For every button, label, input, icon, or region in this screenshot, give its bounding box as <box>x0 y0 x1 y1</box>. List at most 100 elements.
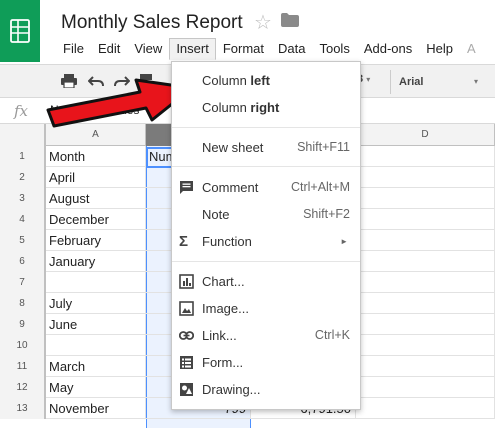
column-left-emphasis: left <box>250 73 270 88</box>
insert-note[interactable]: Note Shift+F2 <box>172 201 360 228</box>
cell-d[interactable] <box>356 188 495 209</box>
select-all-corner[interactable] <box>0 124 46 146</box>
star-icon[interactable]: ☆ <box>254 10 272 35</box>
insert-comment[interactable]: Comment Ctrl+Alt+M <box>172 174 360 201</box>
font-family-dropdown[interactable]: Arial ▾ <box>390 70 486 94</box>
row-header[interactable]: 13 <box>0 398 46 419</box>
row-header[interactable]: 4 <box>0 209 46 230</box>
insert-column-right[interactable]: Column right <box>172 94 360 121</box>
row-header[interactable]: 10 <box>0 335 46 356</box>
menu-format[interactable]: Format <box>216 38 271 60</box>
chevron-down-icon: ▾ <box>473 77 478 86</box>
menu-add-ons[interactable]: Add-ons <box>357 38 419 60</box>
menu-insert[interactable]: Insert <box>169 38 216 60</box>
cell-d[interactable] <box>356 398 495 419</box>
folder-icon[interactable] <box>281 13 299 30</box>
row-header[interactable]: 11 <box>0 356 46 377</box>
title-bar: Monthly Sales Report ☆ File Edit View In… <box>0 0 495 64</box>
submenu-arrow-icon: ► <box>340 237 348 246</box>
form-icon <box>180 356 193 369</box>
insert-new-sheet[interactable]: New sheet Shift+F11 <box>172 134 360 161</box>
note-label: Note <box>202 207 230 222</box>
insert-column-left[interactable]: Column left <box>172 67 360 94</box>
cell-d[interactable] <box>356 314 495 335</box>
menu-data[interactable]: Data <box>271 38 312 60</box>
cell-d[interactable] <box>356 209 495 230</box>
insert-form[interactable]: Form... <box>172 349 360 376</box>
link-shortcut: Ctrl+K <box>314 328 350 342</box>
font-family-value: Arial <box>399 76 424 88</box>
cell-a[interactable]: March <box>46 356 146 377</box>
insert-chart[interactable]: Chart... <box>172 268 360 295</box>
row-header[interactable]: 1 <box>0 146 46 167</box>
row-header[interactable]: 5 <box>0 230 46 251</box>
note-shortcut: Shift+F2 <box>303 207 350 221</box>
column-left-prefix: Column <box>202 73 251 88</box>
fx-icon: fx <box>14 102 29 120</box>
cell-a[interactable] <box>46 272 146 293</box>
cell-d[interactable] <box>356 167 495 188</box>
drawing-icon <box>180 383 193 396</box>
link-label: Link... <box>202 328 237 343</box>
drawing-label: Drawing... <box>202 382 261 397</box>
row-header[interactable]: 3 <box>0 188 46 209</box>
cell-d[interactable] <box>356 335 495 356</box>
cell-d[interactable] <box>356 230 495 251</box>
cell-a[interactable] <box>46 335 146 356</box>
column-right-prefix: Column <box>202 100 251 115</box>
cell-a[interactable]: January <box>46 251 146 272</box>
new-sheet-label: New sheet <box>202 140 264 155</box>
insert-menu: Column left Column right New sheet Shift… <box>171 61 361 410</box>
cell-d[interactable] <box>356 146 495 167</box>
insert-image[interactable]: Image... <box>172 295 360 322</box>
cell-d[interactable] <box>356 251 495 272</box>
sheets-logo-icon[interactable] <box>0 0 40 62</box>
cell-a[interactable]: November <box>46 398 146 419</box>
insert-link[interactable]: Link... Ctrl+K <box>172 322 360 349</box>
image-label: Image... <box>202 301 249 316</box>
cell-d[interactable] <box>356 377 495 398</box>
comment-shortcut: Ctrl+Alt+M <box>290 180 350 194</box>
insert-drawing[interactable]: Drawing... <box>172 376 360 403</box>
menu-divider <box>172 127 360 128</box>
new-sheet-shortcut: Shift+F11 <box>297 140 350 154</box>
menu-edit[interactable]: Edit <box>91 38 127 60</box>
cell-d[interactable] <box>356 293 495 314</box>
menu-overflow: A <box>467 41 476 56</box>
image-icon <box>179 301 194 316</box>
chevron-down-icon: ▾ <box>366 75 371 84</box>
cell-a[interactable]: February <box>46 230 146 251</box>
cell-a[interactable]: April <box>46 167 146 188</box>
row-header[interactable]: 12 <box>0 377 46 398</box>
menu-divider <box>172 166 360 167</box>
row-header[interactable]: 9 <box>0 314 46 335</box>
column-right-emphasis: right <box>250 100 280 115</box>
cell-a[interactable]: Month <box>46 146 146 167</box>
chart-icon <box>179 274 194 289</box>
function-label: Function <box>202 234 252 249</box>
row-header[interactable]: 7 <box>0 272 46 293</box>
cell-a[interactable]: June <box>46 314 146 335</box>
menu-help[interactable]: Help <box>419 38 460 60</box>
cell-d[interactable] <box>356 272 495 293</box>
column-header-d[interactable]: D <box>356 124 495 146</box>
insert-function[interactable]: Σ Function ► <box>172 228 360 255</box>
menu-divider <box>172 261 360 262</box>
cell-d[interactable] <box>356 356 495 377</box>
row-header[interactable]: 6 <box>0 251 46 272</box>
document-title[interactable]: Monthly Sales Report <box>61 12 243 34</box>
row-header[interactable]: 2 <box>0 167 46 188</box>
cell-a[interactable]: July <box>46 293 146 314</box>
cell-a[interactable]: August <box>46 188 146 209</box>
comment-icon <box>180 181 193 194</box>
sigma-icon: Σ <box>179 233 189 250</box>
cell-a[interactable]: December <box>46 209 146 230</box>
chart-label: Chart... <box>202 274 245 289</box>
comment-label: Comment <box>202 180 259 195</box>
menu-file[interactable]: File <box>56 38 91 60</box>
menu-view[interactable]: View <box>127 38 169 60</box>
row-header[interactable]: 8 <box>0 293 46 314</box>
menu-tools[interactable]: Tools <box>312 38 356 60</box>
link-icon <box>179 331 194 340</box>
cell-a[interactable]: May <box>46 377 146 398</box>
